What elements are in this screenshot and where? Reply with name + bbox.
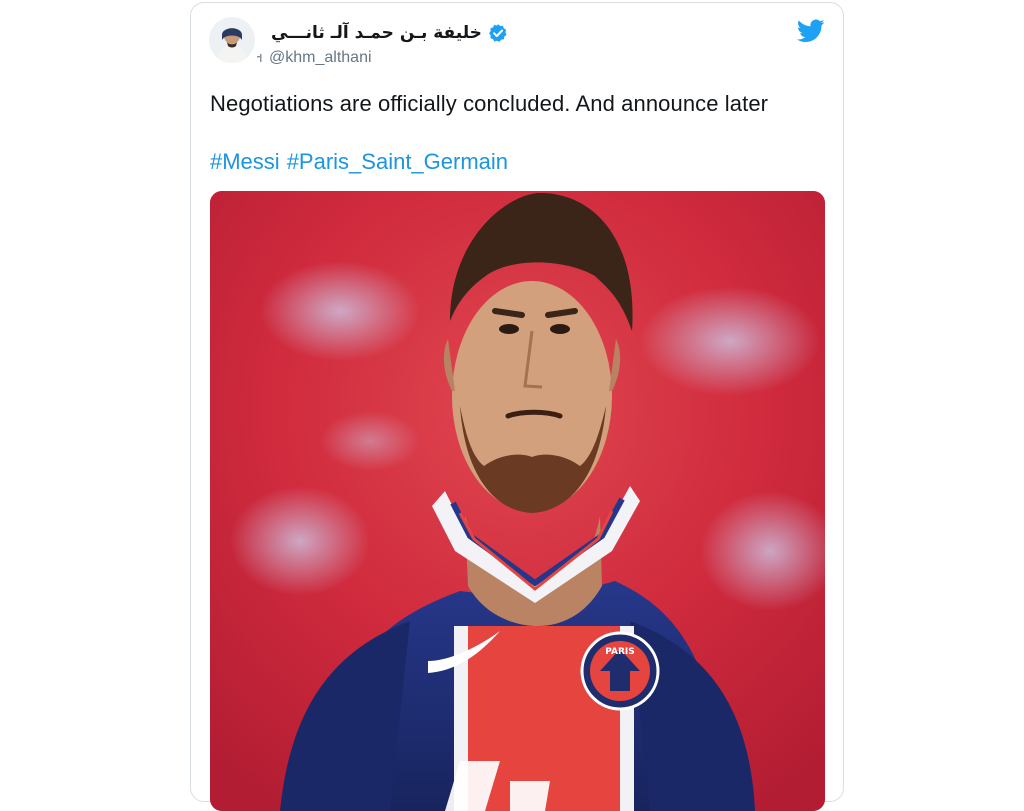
- author-handle-row[interactable]: @khm_althani: [257, 49, 372, 67]
- hashtag-link[interactable]: #Paris_Saint_Germain: [287, 149, 508, 175]
- jersey-badge-text: PARIS: [605, 647, 635, 657]
- verified-badge-icon: [489, 24, 507, 42]
- twitter-bird-icon[interactable]: [797, 19, 825, 43]
- handle-prefix-icon: [257, 54, 262, 62]
- author-handle[interactable]: @khm_althani: [269, 49, 372, 67]
- tweet-card[interactable]: خليفة بـن حمـد آلـ ثانـــي @khm_althani …: [190, 2, 844, 811]
- hashtags: #Messi #Paris_Saint_Germain: [210, 149, 508, 175]
- tweet-text: Negotiations are officially concluded. A…: [210, 91, 769, 116]
- author-name-row[interactable]: خليفة بـن حمـد آلـ ثانـــي: [271, 21, 508, 45]
- player-photo: PARIS: [210, 191, 825, 811]
- author-display-name[interactable]: خليفة بـن حمـد آلـ ثانـــي: [271, 23, 482, 43]
- avatar-image: [209, 17, 255, 63]
- tweet-media-photo[interactable]: PARIS: [210, 191, 825, 811]
- avatar[interactable]: [209, 17, 255, 63]
- hashtag-link[interactable]: #Messi: [210, 149, 280, 175]
